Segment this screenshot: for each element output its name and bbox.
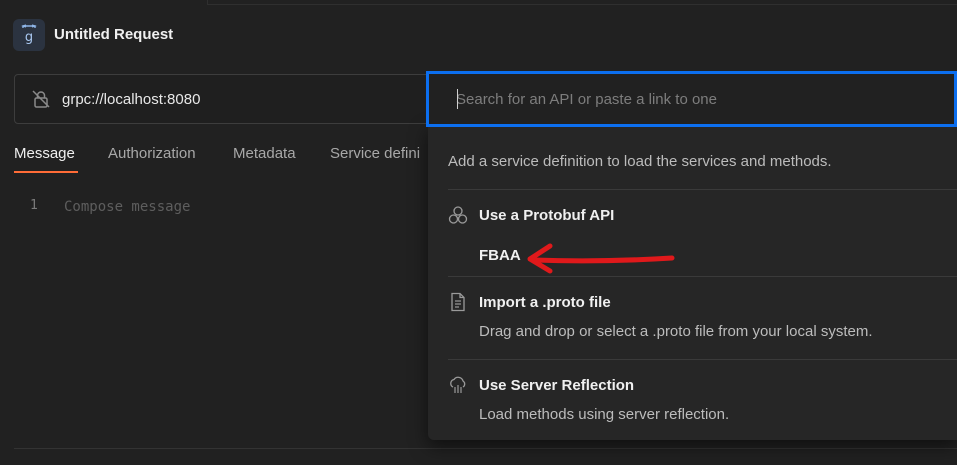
service-definition-dropdown: Add a service definition to load the ser… <box>428 126 957 440</box>
message-editor[interactable]: Compose message <box>64 199 190 215</box>
svg-text:g: g <box>25 30 33 45</box>
option-import-proto[interactable]: Import a .proto file Drag and drop or se… <box>428 276 957 358</box>
dropdown-hint: Add a service definition to load the ser… <box>448 153 832 170</box>
option-title: Import a .proto file <box>479 294 611 311</box>
tab-metadata[interactable]: Metadata <box>233 145 296 162</box>
grpc-icon: g <box>13 19 45 51</box>
grpc-request-view: g Untitled Request grpc://localhost:8080… <box>0 0 957 465</box>
url-value: grpc://localhost:8080 <box>62 91 201 108</box>
protobuf-api-icon <box>448 206 468 224</box>
request-title[interactable]: Untitled Request <box>54 26 173 43</box>
top-tab-strip <box>0 0 957 5</box>
divider <box>14 448 957 449</box>
server-reflection-icon <box>450 376 466 393</box>
active-tab-indicator <box>14 171 78 173</box>
option-description: Load methods using server reflection. <box>479 406 730 423</box>
tab-message[interactable]: Message <box>14 145 75 162</box>
api-search-input[interactable] <box>456 88 926 110</box>
api-item-fbaa[interactable]: FBAA <box>479 247 521 264</box>
proto-file-icon <box>451 292 465 312</box>
option-server-reflection[interactable]: Use Server Reflection Load methods using… <box>428 359 957 439</box>
api-search-box[interactable] <box>426 71 957 127</box>
tab-service-definition[interactable]: Service defini <box>330 145 420 162</box>
tab-authorization[interactable]: Authorization <box>108 145 196 162</box>
annotation-arrow-icon <box>527 243 675 274</box>
text-caret <box>457 89 458 109</box>
line-number: 1 <box>30 198 38 213</box>
lock-off-icon[interactable] <box>31 89 51 109</box>
option-title: Use Server Reflection <box>479 377 635 394</box>
option-description: Drag and drop or select a .proto file fr… <box>479 323 873 340</box>
option-title[interactable]: Use a Protobuf API <box>479 207 614 224</box>
url-field[interactable]: grpc://localhost:8080 <box>14 74 444 124</box>
option-protobuf-api: Use a Protobuf API FBAA <box>428 189 957 275</box>
